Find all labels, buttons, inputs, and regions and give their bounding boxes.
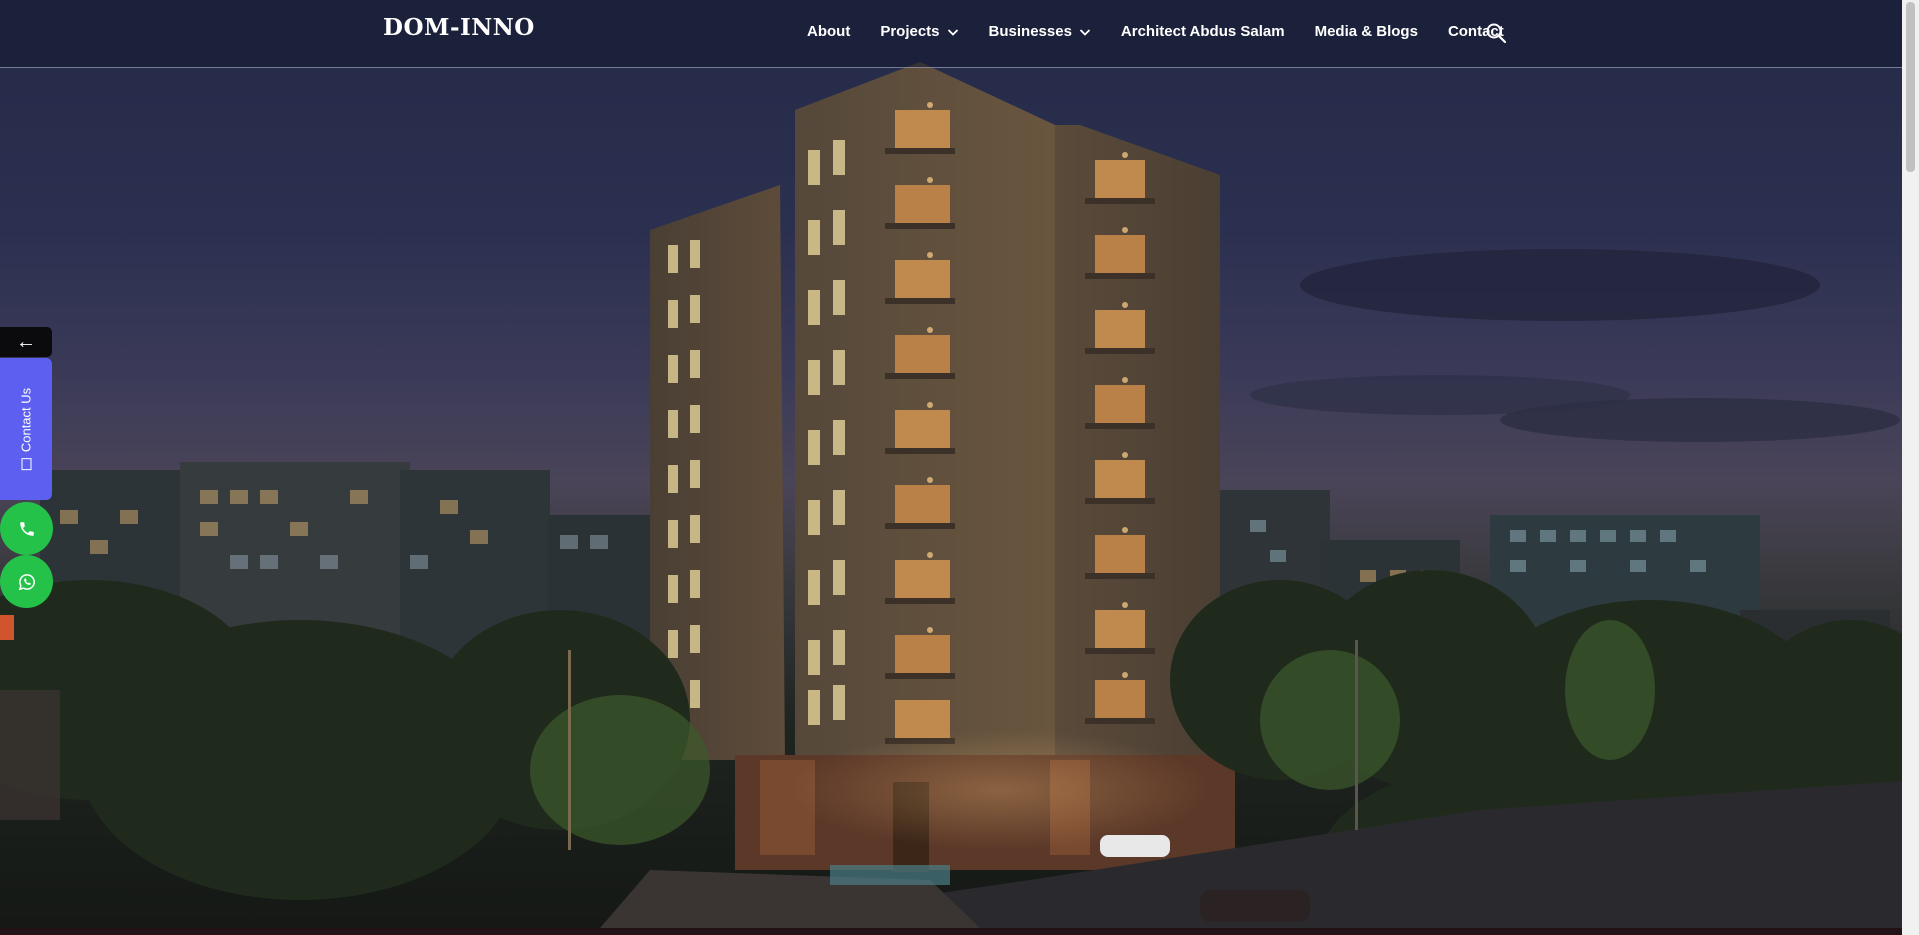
- nav-media-blogs[interactable]: Media & Blogs: [1315, 23, 1418, 40]
- chevron-down-icon: [1079, 28, 1091, 36]
- nav-about-label: About: [807, 23, 851, 40]
- contact-us-tab[interactable]: Contact Us: [0, 358, 52, 500]
- contact-us-label: Contact Us: [18, 387, 34, 453]
- nav-projects[interactable]: Projects: [880, 23, 958, 40]
- whatsapp-button[interactable]: [0, 555, 53, 608]
- nav-projects-label: Projects: [880, 23, 940, 40]
- scrollbar-thumb[interactable]: [1906, 2, 1915, 172]
- site-header: DOM-INNO About Projects Businesses Archi…: [0, 0, 1902, 68]
- whatsapp-icon: [18, 573, 35, 590]
- chevron-down-icon: [947, 28, 958, 36]
- main-nav: About Projects Businesses Architect Abdu…: [807, 23, 1534, 40]
- bottom-strip: [0, 928, 1919, 935]
- nav-media-blogs-label: Media & Blogs: [1314, 23, 1418, 40]
- nav-businesses-label: Businesses: [988, 23, 1072, 40]
- nav-architect-label: Architect Abdus Salam: [1120, 23, 1285, 40]
- contact-us-label-group: Contact Us: [18, 387, 34, 471]
- phone-icon: [19, 521, 34, 536]
- nav-architect[interactable]: Architect Abdus Salam: [1121, 23, 1285, 40]
- hero-background-image: [0, 0, 1919, 928]
- contact-toggle-button[interactable]: ←: [0, 327, 52, 357]
- mail-icon: [21, 458, 31, 471]
- page-scrollbar[interactable]: [1902, 0, 1919, 935]
- call-button[interactable]: [0, 502, 53, 555]
- nav-businesses[interactable]: Businesses: [989, 23, 1091, 40]
- search-icon[interactable]: [1485, 22, 1507, 44]
- site-logo[interactable]: DOM-INNO: [383, 14, 535, 41]
- arrow-left-icon: ←: [16, 330, 36, 353]
- nav-about[interactable]: About: [807, 23, 850, 40]
